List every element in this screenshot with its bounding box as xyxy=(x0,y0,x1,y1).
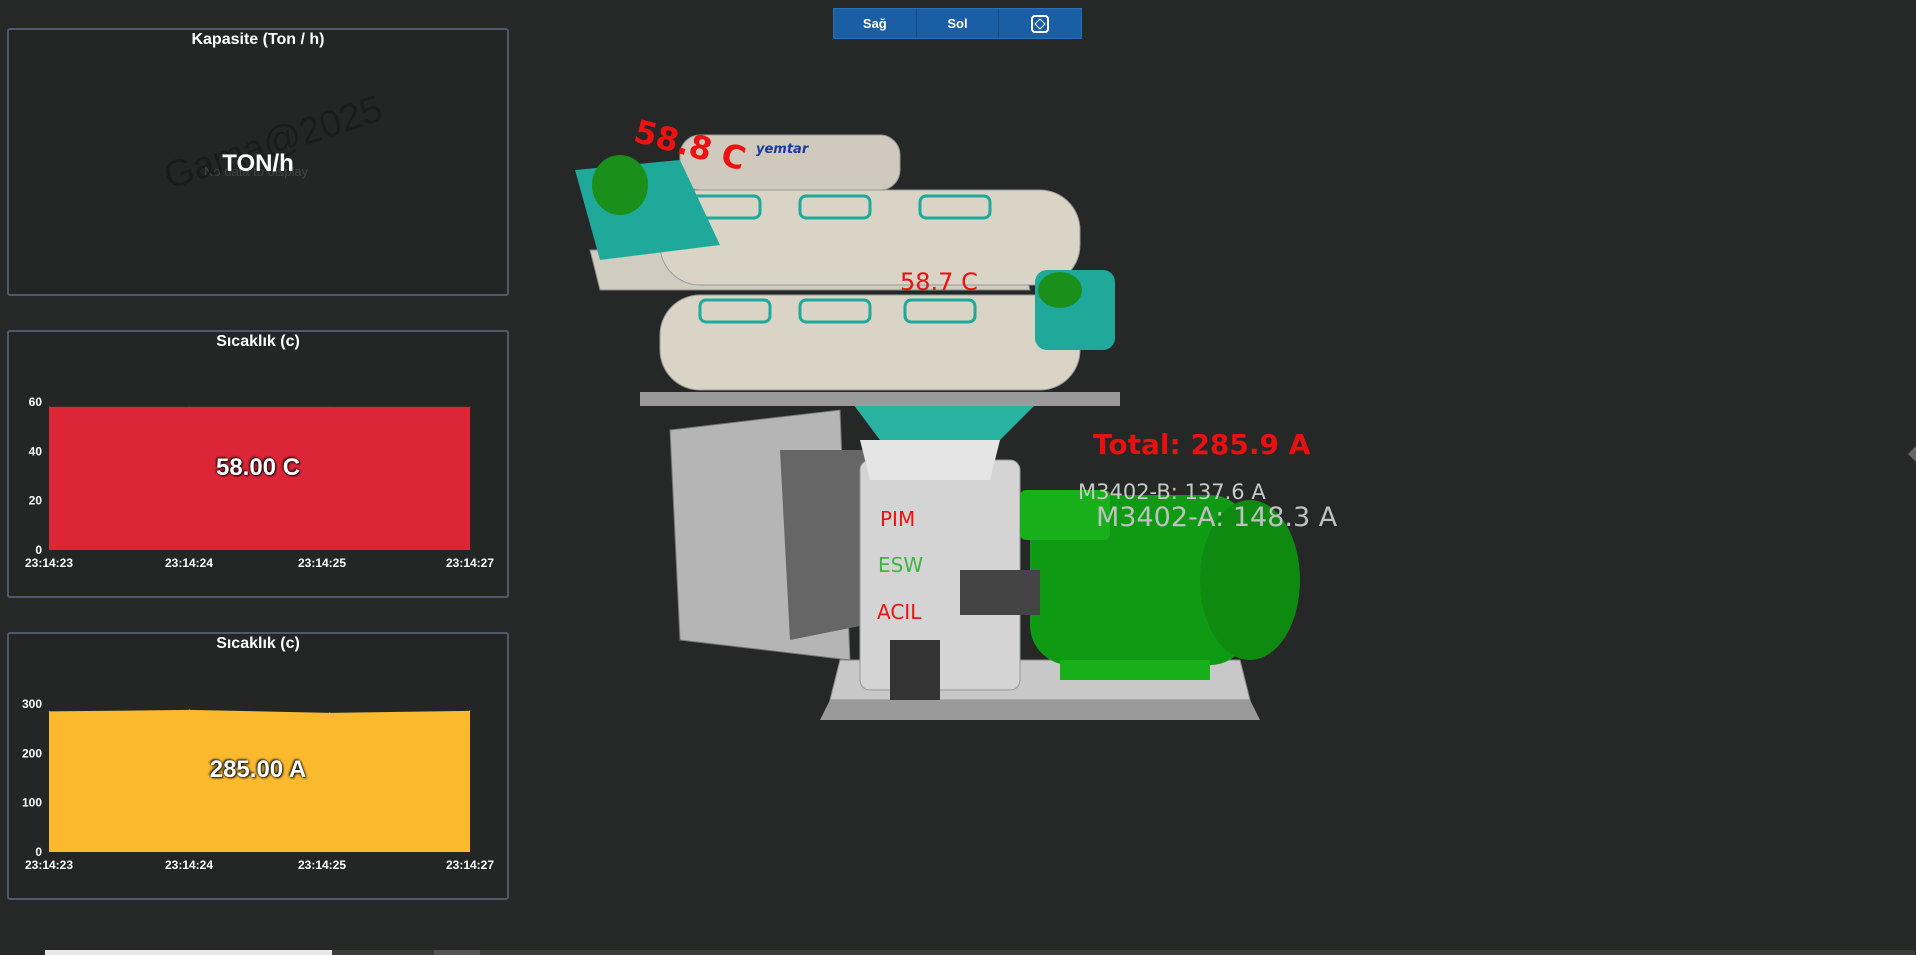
watermark: Gama@2025 xyxy=(159,87,388,198)
temperature-y-tick-label: 20 xyxy=(29,494,43,508)
capacity-panel: Kapasite (Ton / h) No data to display Ga… xyxy=(7,28,509,296)
current-panel: Sıcaklık (c) 0 100 200 300 23:14:23 23:14:24 2… xyxy=(7,632,509,900)
current-data-point xyxy=(188,709,190,711)
motor-b-current-label: M3402-B: 137.6 A xyxy=(1078,480,1266,504)
current-y-tick-label: 300 xyxy=(22,697,42,711)
left-view-button[interactable]: Sol xyxy=(917,9,1000,38)
current-x-tick-label: 23:14:27 xyxy=(446,858,494,872)
current-y-tick-label: 0 xyxy=(35,845,42,859)
temperature-x-tick-label: 23:14:23 xyxy=(25,556,73,570)
current-data-point xyxy=(48,710,50,712)
temperature-y-tick-label: 0 xyxy=(35,543,42,557)
3d-view-button[interactable] xyxy=(999,9,1081,38)
temperature-x-tick-label: 23:14:25 xyxy=(298,556,346,570)
capacity-title: Kapasite (Ton / h) xyxy=(191,31,325,48)
status-esw: ESW xyxy=(878,553,924,577)
temperature-y-tick-label: 60 xyxy=(29,395,43,409)
temperature-data-point xyxy=(329,406,331,408)
brand-label: yemtar xyxy=(756,142,809,157)
current-data-point xyxy=(329,712,331,714)
temperature-value: 58.00 C xyxy=(215,454,301,481)
scrollbar-thumb[interactable] xyxy=(45,950,332,955)
right-view-button[interactable]: Sağ xyxy=(834,9,917,38)
temperature-data-point xyxy=(48,406,50,408)
view-toolbar: Sağ Sol xyxy=(833,8,1082,39)
temperature-x-tick-label: 23:14:27 xyxy=(446,556,494,570)
temperature-panel: Sıcaklık (c) 0 20 40 60 23:14:23 23:14:24 23:1… xyxy=(7,330,509,598)
status-pim: PIM xyxy=(880,507,916,531)
mid-temperature-label: 58.7 C xyxy=(900,268,978,296)
current-x-tick-label: 23:14:25 xyxy=(298,858,346,872)
temperature-data-point xyxy=(188,406,190,408)
current-data-point xyxy=(469,710,471,712)
status-acil: ACIL xyxy=(877,600,922,624)
scrollbar-segment xyxy=(434,950,480,955)
side-panel-arrow-icon[interactable] xyxy=(1908,446,1916,462)
capacity-unit: TON/h xyxy=(222,150,294,177)
current-x-tick-label: 23:14:23 xyxy=(25,858,73,872)
current-value: 285.00 A xyxy=(209,756,307,783)
current-x-tick-label: 23:14:24 xyxy=(165,858,213,872)
motor-a-current-label: M3402-A: 148.3 A xyxy=(1096,502,1338,533)
total-current-label: Total: 285.9 A xyxy=(1093,428,1311,461)
cube-icon xyxy=(1031,14,1050,33)
temperature-x-tick-label: 23:14:24 xyxy=(165,556,213,570)
temperature-data-point xyxy=(469,406,471,408)
current-y-tick-label: 100 xyxy=(22,796,42,810)
